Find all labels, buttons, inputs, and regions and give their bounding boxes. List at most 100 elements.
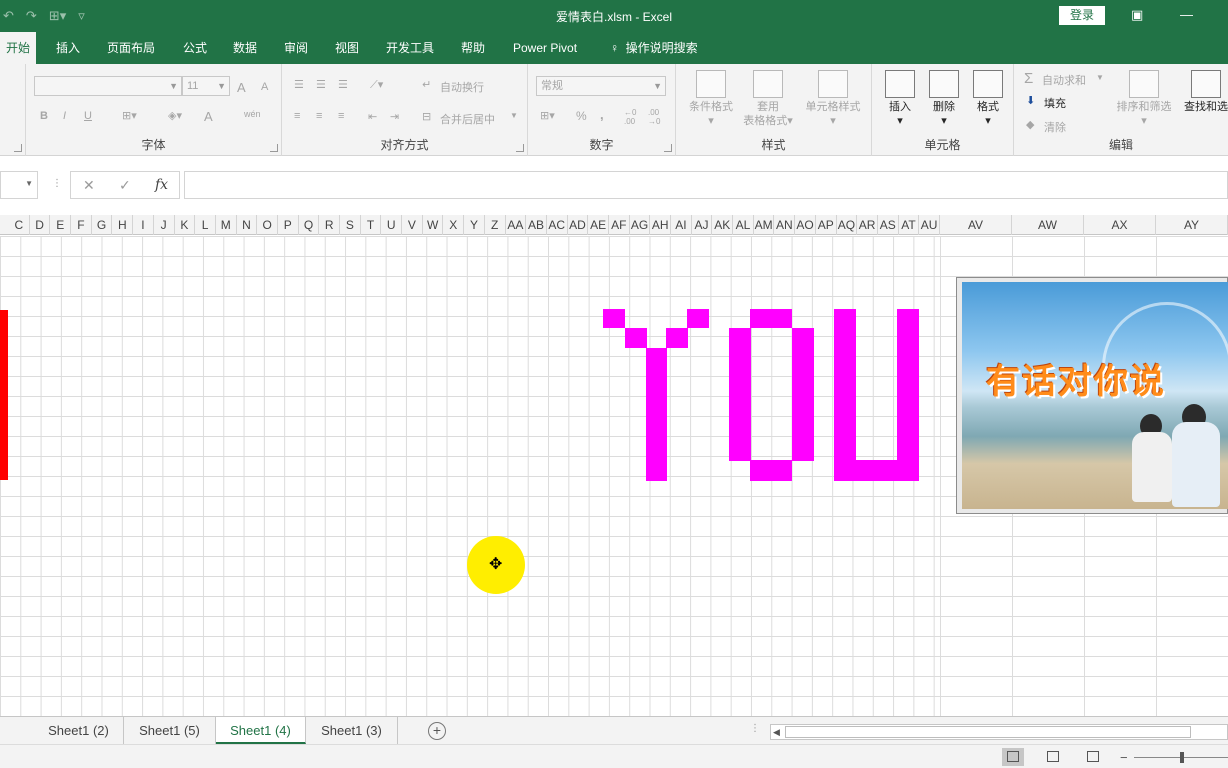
scrollbar-thumb[interactable] xyxy=(785,726,1191,738)
column-header[interactable]: F xyxy=(71,215,92,235)
column-header[interactable]: AC xyxy=(547,215,568,235)
scroll-left-icon[interactable]: ◀ xyxy=(773,725,780,739)
fill-color-icon[interactable]: ◈▾ xyxy=(168,109,182,122)
comma-button[interactable]: , xyxy=(600,107,604,122)
sheet-tab[interactable]: Sheet1 (5) xyxy=(124,717,216,744)
column-header[interactable]: AP xyxy=(816,215,837,235)
tab-developer[interactable]: 开发工具 xyxy=(386,32,434,64)
add-sheet-icon[interactable]: + xyxy=(428,722,446,740)
page-break-view-button[interactable] xyxy=(1082,748,1104,766)
phonetic-guide-icon[interactable]: wén xyxy=(244,109,261,119)
page-layout-view-button[interactable] xyxy=(1042,748,1064,766)
format-as-table-button[interactable]: 套用 表格格式▾ xyxy=(738,70,798,128)
ribbon-display-icon[interactable]: ▣ xyxy=(1131,7,1143,23)
decrease-indent-icon[interactable]: ⇤ xyxy=(368,110,377,123)
wrap-text-label[interactable]: 自动换行 xyxy=(440,79,484,95)
column-header[interactable]: AV xyxy=(940,215,1012,235)
sheet-tab[interactable]: Sheet1 (3) xyxy=(306,717,398,744)
tab-help[interactable]: 帮助 xyxy=(461,32,485,64)
fill-icon[interactable]: ⬇ xyxy=(1026,94,1035,107)
autosum-dropdown-icon[interactable]: ▼ xyxy=(1096,73,1104,82)
name-box-dropdown-icon[interactable]: ▼ xyxy=(25,179,33,188)
font-launcher-icon[interactable] xyxy=(270,144,278,152)
percent-button[interactable]: % xyxy=(576,109,587,123)
conditional-formatting-button[interactable]: 条件格式 ▾ xyxy=(682,70,740,128)
name-box[interactable]: ▼ xyxy=(0,171,38,199)
column-header[interactable]: Z xyxy=(485,215,506,235)
column-header[interactable]: I xyxy=(133,215,154,235)
column-header[interactable]: C xyxy=(9,215,30,235)
column-header[interactable]: AT xyxy=(899,215,920,235)
number-format-dropdown[interactable]: 常规 ▼ xyxy=(536,76,666,96)
column-header[interactable]: AN xyxy=(774,215,796,235)
sheet-tab-active[interactable]: Sheet1 (4) xyxy=(216,717,306,744)
shrink-font-icon[interactable]: A xyxy=(261,81,268,93)
clear-label[interactable]: 清除 xyxy=(1044,119,1066,135)
column-header[interactable]: AJ xyxy=(692,215,713,235)
column-header[interactable]: V xyxy=(402,215,423,235)
tab-page-layout[interactable]: 页面布局 xyxy=(107,32,155,64)
cell-styles-button[interactable]: 单元格样式 ▾ xyxy=(798,70,868,128)
column-header[interactable]: AG xyxy=(630,215,651,235)
column-header[interactable]: AX xyxy=(1084,215,1156,235)
italic-button[interactable]: I xyxy=(63,110,66,122)
fill-label[interactable]: 填充 xyxy=(1044,95,1066,111)
wrap-text-icon[interactable]: ↵ xyxy=(422,78,431,91)
column-header[interactable]: AW xyxy=(1012,215,1084,235)
column-header[interactable]: Y xyxy=(464,215,485,235)
decrease-decimal-button[interactable]: .00 →0 xyxy=(648,108,666,126)
login-button[interactable]: 登录 xyxy=(1059,6,1105,25)
column-header[interactable]: H xyxy=(112,215,134,235)
font-name-dropdown[interactable]: ▼ xyxy=(34,76,182,96)
tab-insert[interactable]: 插入 xyxy=(56,32,80,64)
align-center-icon[interactable]: ≡ xyxy=(316,110,322,122)
zoom-slider-knob[interactable] xyxy=(1180,752,1184,763)
autosum-icon[interactable]: Σ xyxy=(1024,70,1033,87)
insert-function-icon[interactable]: fx xyxy=(155,177,168,193)
tab-data[interactable]: 数据 xyxy=(233,32,257,64)
align-bottom-icon[interactable]: ☰ xyxy=(338,78,348,91)
format-cells-button[interactable]: 格式 ▾ xyxy=(966,70,1010,128)
formula-input[interactable] xyxy=(184,171,1228,199)
column-header[interactable]: J xyxy=(154,215,175,235)
column-header[interactable]: T xyxy=(361,215,382,235)
column-header[interactable]: AA xyxy=(506,215,527,235)
column-header[interactable]: D xyxy=(30,215,51,235)
border-icon[interactable]: ⊞▾ xyxy=(122,109,137,122)
column-header[interactable]: AM xyxy=(754,215,775,235)
column-header[interactable]: P xyxy=(278,215,299,235)
column-header[interactable]: AO xyxy=(795,215,816,235)
number-launcher-icon[interactable] xyxy=(664,144,672,152)
align-right-icon[interactable]: ≡ xyxy=(338,110,344,122)
normal-view-button[interactable] xyxy=(1002,748,1024,766)
column-header[interactable]: M xyxy=(216,215,237,235)
increase-indent-icon[interactable]: ⇥ xyxy=(390,110,399,123)
column-header[interactable]: AS xyxy=(878,215,899,235)
tab-review[interactable]: 审阅 xyxy=(284,32,308,64)
align-left-icon[interactable]: ≡ xyxy=(294,110,300,122)
horizontal-scrollbar[interactable]: ◀ xyxy=(770,724,1228,740)
column-header[interactable]: AB xyxy=(526,215,547,235)
column-header[interactable]: AI xyxy=(671,215,692,235)
column-header[interactable]: G xyxy=(92,215,113,235)
align-top-icon[interactable]: ☰ xyxy=(294,78,304,91)
underline-button[interactable]: U xyxy=(84,110,92,122)
column-header[interactable]: AR xyxy=(857,215,878,235)
column-header[interactable]: AE xyxy=(588,215,609,235)
column-header[interactable]: AH xyxy=(650,215,672,235)
tab-formulas[interactable]: 公式 xyxy=(183,32,207,64)
column-header[interactable]: S xyxy=(340,215,361,235)
autosum-label[interactable]: 自动求和 xyxy=(1042,72,1086,88)
column-header[interactable]: O xyxy=(257,215,278,235)
column-header[interactable]: L xyxy=(195,215,216,235)
column-header[interactable]: AF xyxy=(609,215,630,235)
cancel-icon[interactable]: ✕ xyxy=(83,177,95,194)
accounting-format-icon[interactable]: ⊞▾ xyxy=(540,109,555,122)
tab-home[interactable]: 开始 xyxy=(0,32,37,64)
insert-cells-button[interactable]: 插入 ▾ xyxy=(878,70,922,128)
column-header[interactable]: U xyxy=(381,215,403,235)
column-header[interactable]: AQ xyxy=(837,215,858,235)
clear-icon[interactable]: ◆ xyxy=(1026,118,1034,131)
column-header[interactable]: AK xyxy=(712,215,734,235)
merge-center-icon[interactable]: ⊟ xyxy=(422,110,431,123)
